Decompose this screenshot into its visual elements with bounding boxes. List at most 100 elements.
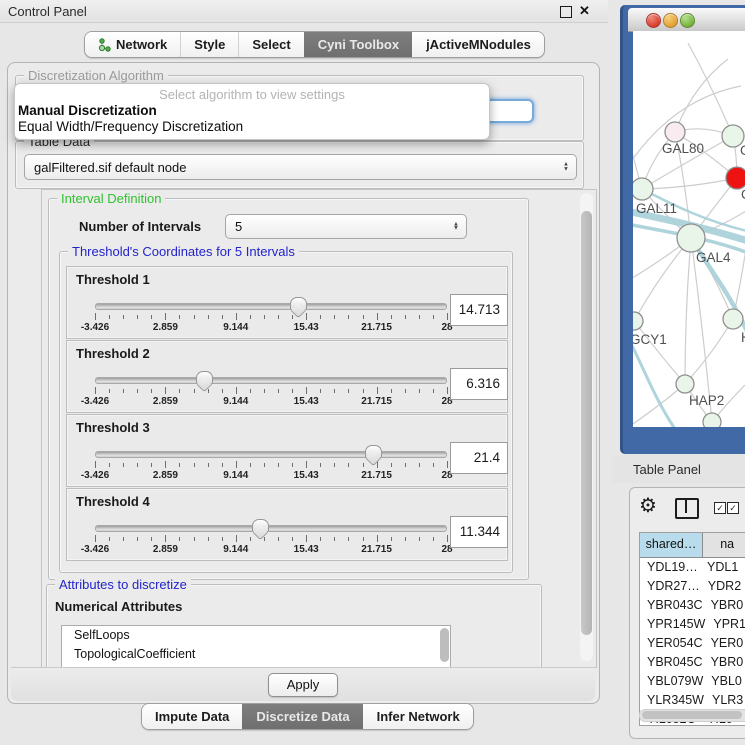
algorithm-option-equal-width[interactable]: Equal Width/Frequency Discretization — [18, 119, 243, 134]
tab-style[interactable]: Style — [180, 32, 238, 57]
table-row[interactable]: YLR345WYLR3 — [640, 691, 745, 710]
network-node[interactable] — [703, 413, 721, 427]
table-row[interactable]: YDL19…YDL1 — [640, 558, 745, 577]
scrollbar-thumb[interactable] — [581, 211, 592, 635]
table-cell[interactable]: YBR0 — [704, 653, 745, 672]
control-panel-tabbar: Network Style Select Cyni Toolbox jActiv… — [84, 31, 545, 58]
settings-panel-scrollbar[interactable] — [580, 193, 593, 661]
network-node[interactable] — [633, 178, 653, 200]
table-cell[interactable]: YER054C — [640, 634, 704, 653]
column-header-shared-name[interactable]: shared… — [640, 533, 703, 557]
network-edge[interactable] — [685, 238, 691, 384]
network-edge-highlighted[interactable] — [633, 336, 675, 427]
table-horizontal-scrollbar[interactable] — [639, 709, 745, 722]
zoom-traffic-light-icon[interactable] — [680, 13, 695, 28]
scrollbar-thumb[interactable] — [642, 711, 742, 719]
table-cell[interactable]: YDR27… — [640, 577, 701, 596]
threshold-2-value[interactable]: 6.316 — [450, 368, 508, 400]
tab-discretize-data[interactable]: Discretize Data — [242, 704, 362, 729]
threshold-4-slider[interactable]: -3.4262.8599.14415.4321.71528 — [95, 525, 447, 555]
select-all-checkbox-icon[interactable]: ✓ — [714, 502, 726, 514]
network-edge[interactable] — [675, 59, 728, 132]
slider-thumb[interactable] — [290, 297, 307, 309]
table-cell[interactable]: YBR0 — [704, 596, 745, 615]
control-panel-title: Control Panel — [8, 4, 87, 19]
tick-label: 15.43 — [294, 322, 319, 333]
table-row[interactable]: YBR045CYBR0 — [640, 653, 745, 672]
threshold-3-panel: Threshold 3 -3.4262.8599.14415.4321.7152… — [66, 414, 508, 487]
table-cell[interactable]: YBR043C — [640, 596, 704, 615]
node-attribute-table: shared… na YDL19…YDL1YDR27…YDR2YBR043CYB… — [639, 532, 745, 726]
table-cell[interactable]: YBR045C — [640, 653, 704, 672]
slider-ticks — [95, 387, 447, 395]
table-row[interactable]: YBR043CYBR0 — [640, 596, 745, 615]
minimize-traffic-light-icon[interactable] — [663, 13, 678, 28]
table-row[interactable]: YER054CYER0 — [640, 634, 745, 653]
number-of-intervals-combobox[interactable]: 5 ▲▼ — [225, 214, 467, 239]
threshold-1-slider[interactable]: -3.4262.8599.14415.4321.71528 — [95, 303, 447, 333]
tab-cyni-toolbox[interactable]: Cyni Toolbox — [304, 32, 412, 57]
tab-infer-network[interactable]: Infer Network — [363, 704, 473, 729]
network-node[interactable] — [633, 312, 643, 330]
table-cell[interactable]: YDR2 — [701, 577, 745, 596]
float-window-icon[interactable] — [560, 6, 572, 18]
attribute-list-item[interactable]: SelfLoops — [62, 626, 450, 645]
table-cell[interactable]: YPR1 — [706, 615, 745, 634]
slider-thumb[interactable] — [365, 445, 382, 457]
threshold-1-value[interactable]: 14.713 — [450, 294, 508, 326]
columns-icon[interactable] — [675, 498, 699, 519]
network-edge[interactable] — [634, 238, 691, 321]
algorithm-option-manual[interactable]: Manual Discretization — [18, 103, 157, 118]
network-node[interactable] — [676, 375, 694, 393]
network-node[interactable] — [723, 309, 743, 329]
network-edge[interactable] — [642, 178, 737, 189]
threshold-2-panel: Threshold 2 -3.4262.8599.14415.4321.7152… — [66, 340, 508, 413]
table-data-combobox[interactable]: galFiltered.sif default node ▲▼ — [24, 154, 577, 180]
table-cell[interactable]: YPR145W — [640, 615, 706, 634]
threshold-3-slider[interactable]: -3.4262.8599.14415.4321.71528 — [95, 451, 447, 481]
tab-select[interactable]: Select — [238, 32, 303, 57]
network-node-label: GCY1 — [633, 332, 667, 347]
select-none-checkbox-icon[interactable]: ✓ — [727, 502, 739, 514]
table-cell[interactable]: YDL1 — [700, 558, 745, 577]
threshold-3-value[interactable]: 21.4 — [450, 442, 508, 474]
tab-impute-data[interactable]: Impute Data — [142, 704, 242, 729]
network-canvas[interactable]: GAL80GCGAL11GAL4GCY1HHAP2 — [633, 31, 745, 427]
interval-definition-title: Interval Definition — [57, 191, 165, 206]
table-row[interactable]: YDR27…YDR2 — [640, 577, 745, 596]
table-body: YDL19…YDL1YDR27…YDR2YBR043CYBR0YPR145WYP… — [640, 558, 745, 726]
slider-thumb[interactable] — [196, 371, 213, 383]
apply-button[interactable]: Apply — [268, 673, 338, 697]
table-cell[interactable]: YLR345W — [640, 691, 705, 710]
network-window-titlebar[interactable] — [628, 8, 745, 32]
close-traffic-light-icon[interactable] — [646, 13, 661, 28]
network-icon — [98, 38, 111, 52]
table-cell[interactable]: YBL0 — [704, 672, 745, 691]
column-header-name[interactable]: na — [703, 533, 745, 557]
gear-icon[interactable]: ⚙ — [639, 495, 657, 517]
table-cell[interactable]: YER0 — [704, 634, 745, 653]
attributes-list-scrollbar[interactable] — [440, 627, 449, 668]
threshold-4-value[interactable]: 11.344 — [450, 516, 508, 548]
table-row[interactable]: YPR145WYPR1 — [640, 615, 745, 634]
network-node[interactable] — [665, 122, 685, 142]
network-node[interactable] — [726, 167, 745, 189]
slider-thumb[interactable] — [252, 519, 269, 531]
table-cell[interactable]: YDL19… — [640, 558, 700, 577]
tab-network[interactable]: Network — [85, 32, 180, 57]
table-cell[interactable]: YBL079W — [640, 672, 704, 691]
threshold-2-slider[interactable]: -3.4262.8599.14415.4321.71528 — [95, 377, 447, 407]
scrollbar-thumb[interactable] — [440, 628, 449, 662]
table-row[interactable]: YBL079WYBL0 — [640, 672, 745, 691]
network-edge[interactable] — [685, 319, 733, 384]
network-edge[interactable] — [633, 384, 685, 427]
stepper-arrows-icon: ▲▼ — [453, 222, 459, 231]
table-cell[interactable]: YLR3 — [705, 691, 745, 710]
tick-label: 21.715 — [361, 396, 392, 407]
close-icon[interactable]: ✕ — [579, 3, 590, 19]
attribute-list-item[interactable]: TopologicalCoefficient — [62, 645, 450, 664]
network-node[interactable] — [677, 224, 705, 252]
network-edge[interactable] — [634, 321, 685, 384]
numerical-attributes-list[interactable]: SelfLoopsTopologicalCoefficientBetweenne… — [61, 625, 451, 668]
tab-jactivemnodules[interactable]: jActiveMNodules — [412, 32, 544, 57]
